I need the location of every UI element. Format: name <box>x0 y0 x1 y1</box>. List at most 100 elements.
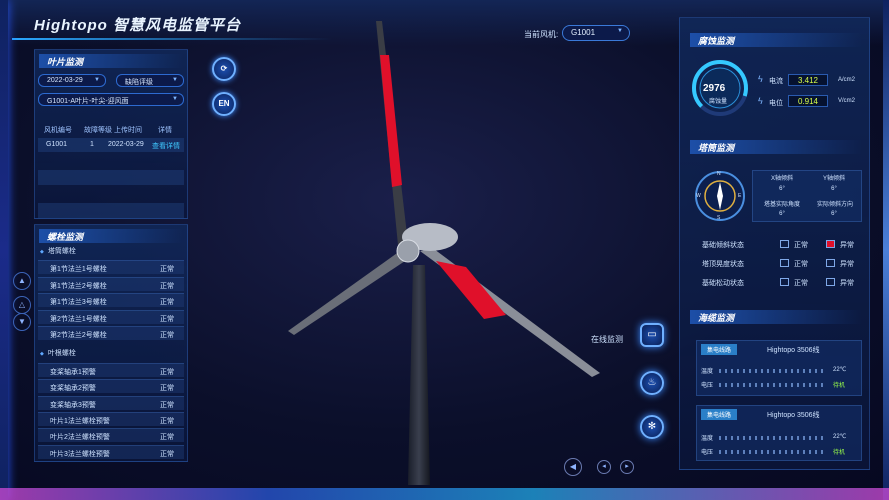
volt-value: 待机 <box>833 383 846 389</box>
compass-e: E <box>738 193 742 199</box>
fan-button[interactable]: ✻ <box>640 415 664 439</box>
fault-select-value: 缺陷评级 <box>125 79 153 86</box>
tilt-direction-header: 实际倾斜方向 <box>816 202 853 208</box>
col-turbine-id: 风机编号 <box>44 127 72 134</box>
bolt-icon: ϟ <box>758 96 763 106</box>
blade-upper-red-zone <box>380 55 402 187</box>
chevron-down-icon: ▼ <box>617 28 623 34</box>
fire-button[interactable]: ♨ <box>640 371 664 395</box>
list-item: 变桨轴承3预警 正常 <box>38 396 184 410</box>
list-item: 第1节法兰2号螺栓 正常 <box>38 277 184 291</box>
compass-w: W <box>696 193 701 199</box>
chevron-left-icon: ◂ <box>602 463 606 470</box>
left-frame-edge <box>0 0 8 500</box>
volt-track <box>719 383 827 387</box>
hub <box>396 239 420 263</box>
table-row: G1001 1 2022-03-29 查看详情 <box>38 138 184 152</box>
cable-card-1[interactable]: 集电线路 Hightopo 3506线 温度 22℃ 电压 待机 <box>696 340 862 396</box>
row-upload-time: 2022-03-29 <box>108 141 144 148</box>
alarm-indicator <box>826 259 835 267</box>
bolt-panel-title: 螺栓监测 <box>39 229 183 243</box>
table-row-empty <box>38 170 184 185</box>
view-detail-link[interactable]: 查看详情 <box>152 141 180 151</box>
blade-right-red-zone <box>436 261 506 319</box>
blade-select-value: G1001-A叶片-叶尖-迎风面 <box>47 98 129 105</box>
play-back-button[interactable]: ◀ <box>564 458 582 476</box>
chevron-up-small-icon[interactable]: △ <box>13 296 31 314</box>
list-item: 第1节法兰3号螺栓 正常 <box>38 293 184 307</box>
list-item: 第2节法兰1号螺栓 正常 <box>38 310 184 324</box>
refresh-icon: ⟳ <box>220 64 228 73</box>
list-item: 变桨轴承2预警 正常 <box>38 379 184 393</box>
list-item: 叶片2法兰螺栓预警 正常 <box>38 428 184 442</box>
cable-panel-title: 海缆监测 <box>690 310 862 324</box>
temp-label: 温度 <box>701 436 714 442</box>
gauge-label: 腐蚀量 <box>709 99 728 105</box>
chevron-down-icon: ▼ <box>172 77 178 83</box>
alarm-indicator <box>826 278 835 286</box>
chevron-down-icon: ▼ <box>94 77 100 83</box>
ok-indicator <box>780 278 789 286</box>
play-back-icon: ◀ <box>569 462 577 471</box>
fan-icon: ✻ <box>647 421 657 432</box>
prev-button[interactable]: ◂ <box>597 460 611 474</box>
base-angle-header: 塔基实际角度 <box>763 202 800 208</box>
ok-indicator <box>780 240 789 248</box>
monitor-icon: ▭ <box>647 329 657 340</box>
date-select[interactable]: 2022-03-29 ▼ <box>38 74 106 87</box>
y-tilt-header: Y轴倾斜 <box>822 176 845 182</box>
col-detail: 详情 <box>158 127 172 134</box>
col-upload-time: 上传时间 <box>114 127 142 134</box>
cable-card-2[interactable]: 集电线路 Hightopo 3506线 温度 22℃ 电压 待机 <box>696 405 862 461</box>
blade-left <box>288 251 408 335</box>
list-item: 叶片1法兰螺栓预警 正常 <box>38 412 184 426</box>
temp-track <box>719 436 827 440</box>
cable-name: Hightopo 3506线 <box>767 347 820 354</box>
y-tilt-value: 6° <box>831 186 837 192</box>
potential-unit: V/cm2 <box>838 98 856 104</box>
alarm-indicator <box>826 240 835 248</box>
next-button[interactable]: ▸ <box>620 460 634 474</box>
chevron-down-icon[interactable]: ▼ <box>13 313 31 331</box>
compass-n: N <box>717 171 721 177</box>
foundation-loose-status: 基础松动状态 正常 异常 <box>702 278 854 287</box>
right-frame-edge <box>883 0 889 500</box>
row-fault-level: 1 <box>90 141 94 148</box>
compass-s: S <box>717 215 721 221</box>
tower-panel-title: 塔筒监测 <box>690 140 862 154</box>
volt-label: 电压 <box>701 450 714 456</box>
x-tilt-header: X轴倾斜 <box>770 176 793 182</box>
table-row-empty <box>38 203 184 218</box>
temp-label: 温度 <box>701 369 714 375</box>
potential-value: 0.914 <box>788 95 828 107</box>
temp-value: 22℃ <box>833 434 847 440</box>
chevron-up-icon[interactable]: ▲ <box>13 272 31 290</box>
flame-icon: ♨ <box>647 377 657 388</box>
current-unit: A/cm2 <box>838 77 856 83</box>
refresh-button[interactable]: ⟳ <box>212 57 236 81</box>
blade-position-select[interactable]: G1001-A叶片-叶尖-迎风面 ▼ <box>38 93 184 106</box>
blade-root-bolt-section: 叶根螺栓 <box>40 348 76 358</box>
x-tilt-value: 6° <box>779 186 785 192</box>
list-item: 叶片3法兰螺栓预警 正常 <box>38 445 184 459</box>
bottom-frame-edge <box>0 488 889 500</box>
fault-level-select[interactable]: 缺陷评级 ▼ <box>116 74 184 87</box>
current-value: 3.412 <box>788 74 828 86</box>
corrosion-panel-title: 腐蚀监测 <box>690 33 862 47</box>
blade-panel-title: 叶片监测 <box>39 54 183 68</box>
wind-turbine-model <box>288 21 600 485</box>
ok-indicator <box>780 259 789 267</box>
current-label: 电流 <box>769 78 783 85</box>
monitor-button[interactable]: ▭ <box>640 323 664 347</box>
volt-label: 电压 <box>701 383 714 389</box>
language-button[interactable]: EN <box>212 92 236 116</box>
temp-value: 22℃ <box>833 367 847 373</box>
potential-label: 电位 <box>769 100 783 107</box>
row-turbine-id: G1001 <box>46 141 68 148</box>
bolt-icon: ϟ <box>758 74 763 84</box>
gauge-value: 2976 <box>703 83 726 94</box>
volt-value: 待机 <box>833 450 846 456</box>
tower-bolt-section: 塔筒螺栓 <box>40 246 76 256</box>
cable-tag: 集电线路 <box>701 344 738 355</box>
temp-track <box>719 369 827 373</box>
